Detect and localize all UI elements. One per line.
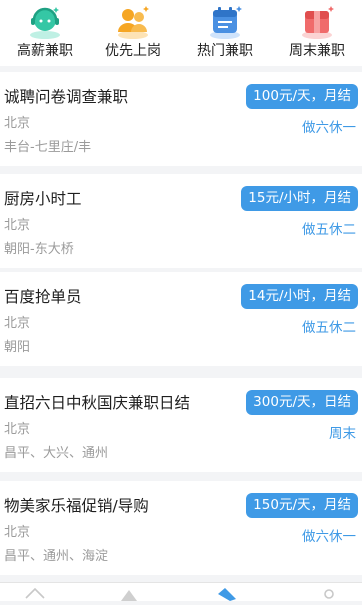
headset-icon [25,2,65,42]
job-area: 朝阳-东大桥 [4,242,74,257]
job-city: 北京 [4,316,31,331]
work-schedule: 做六休一 [302,529,356,545]
work-schedule: 做五休二 [302,222,356,238]
bottom-tab-bar [0,582,362,601]
job-card[interactable]: 物美家乐福促销/导购 北京 昌平、通州、海淀 150元/天，月结 做六休一 [0,481,362,575]
pay-badge: 150元/天，月结 [246,493,358,518]
job-city: 北京 [4,525,31,540]
job-title: 直招六日中秋国庆兼职日结 [4,394,191,412]
work-schedule: 周末 [329,426,356,442]
user-icon[interactable] [318,586,340,601]
calendar-icon [205,2,245,42]
job-title: 物美家乐福促销/导购 [4,497,149,515]
job-title: 诚聘问卷调查兼职 [4,88,129,106]
job-area: 昌平、大兴、通州 [4,446,109,461]
category-priority[interactable]: 优先上岗 [88,0,178,60]
home-icon[interactable] [24,586,46,601]
work-schedule: 做五休二 [302,320,356,336]
mountain-icon[interactable] [118,586,140,601]
job-card[interactable]: 诚聘问卷调查兼职 北京 丰台-七里庄/丰 100元/天，月结 做六休一 [0,72,362,166]
category-label: 周末兼职 [289,43,345,59]
pay-badge: 15元/小时，月结 [241,186,358,211]
pay-badge: 14元/小时，月结 [241,284,358,309]
category-bar: 高薪兼职 优先上岗 热门兼职 周末兼职 [0,0,362,66]
job-card[interactable]: 直招六日中秋国庆兼职日结 北京 昌平、大兴、通州 300元/天，日结 周末 [0,378,362,472]
pay-badge: 100元/天，月结 [246,84,358,109]
category-weekend[interactable]: 周末兼职 [272,0,362,60]
job-city: 北京 [4,422,31,437]
category-label: 高薪兼职 [17,43,73,59]
job-card[interactable]: 百度抢单员 北京 朝阳 14元/小时，月结 做五休二 [0,272,362,366]
job-city: 北京 [4,116,31,131]
category-hot[interactable]: 热门兼职 [180,0,270,60]
users-icon [113,2,153,42]
job-title: 百度抢单员 [4,288,82,306]
job-city: 北京 [4,218,31,233]
pay-badge: 300元/天，日结 [246,390,358,415]
category-label: 热门兼职 [197,43,253,59]
tag-icon[interactable] [216,586,238,601]
category-label: 优先上岗 [105,43,161,59]
work-schedule: 做六休一 [302,120,356,136]
box-icon [297,2,337,42]
category-high-pay[interactable]: 高薪兼职 [0,0,90,60]
job-title: 厨房小时工 [4,190,82,208]
job-card[interactable]: 厨房小时工 北京 朝阳-东大桥 15元/小时，月结 做五休二 [0,174,362,268]
job-area: 昌平、通州、海淀 [4,549,109,564]
job-area: 丰台-七里庄/丰 [4,140,92,155]
job-area: 朝阳 [4,340,31,355]
